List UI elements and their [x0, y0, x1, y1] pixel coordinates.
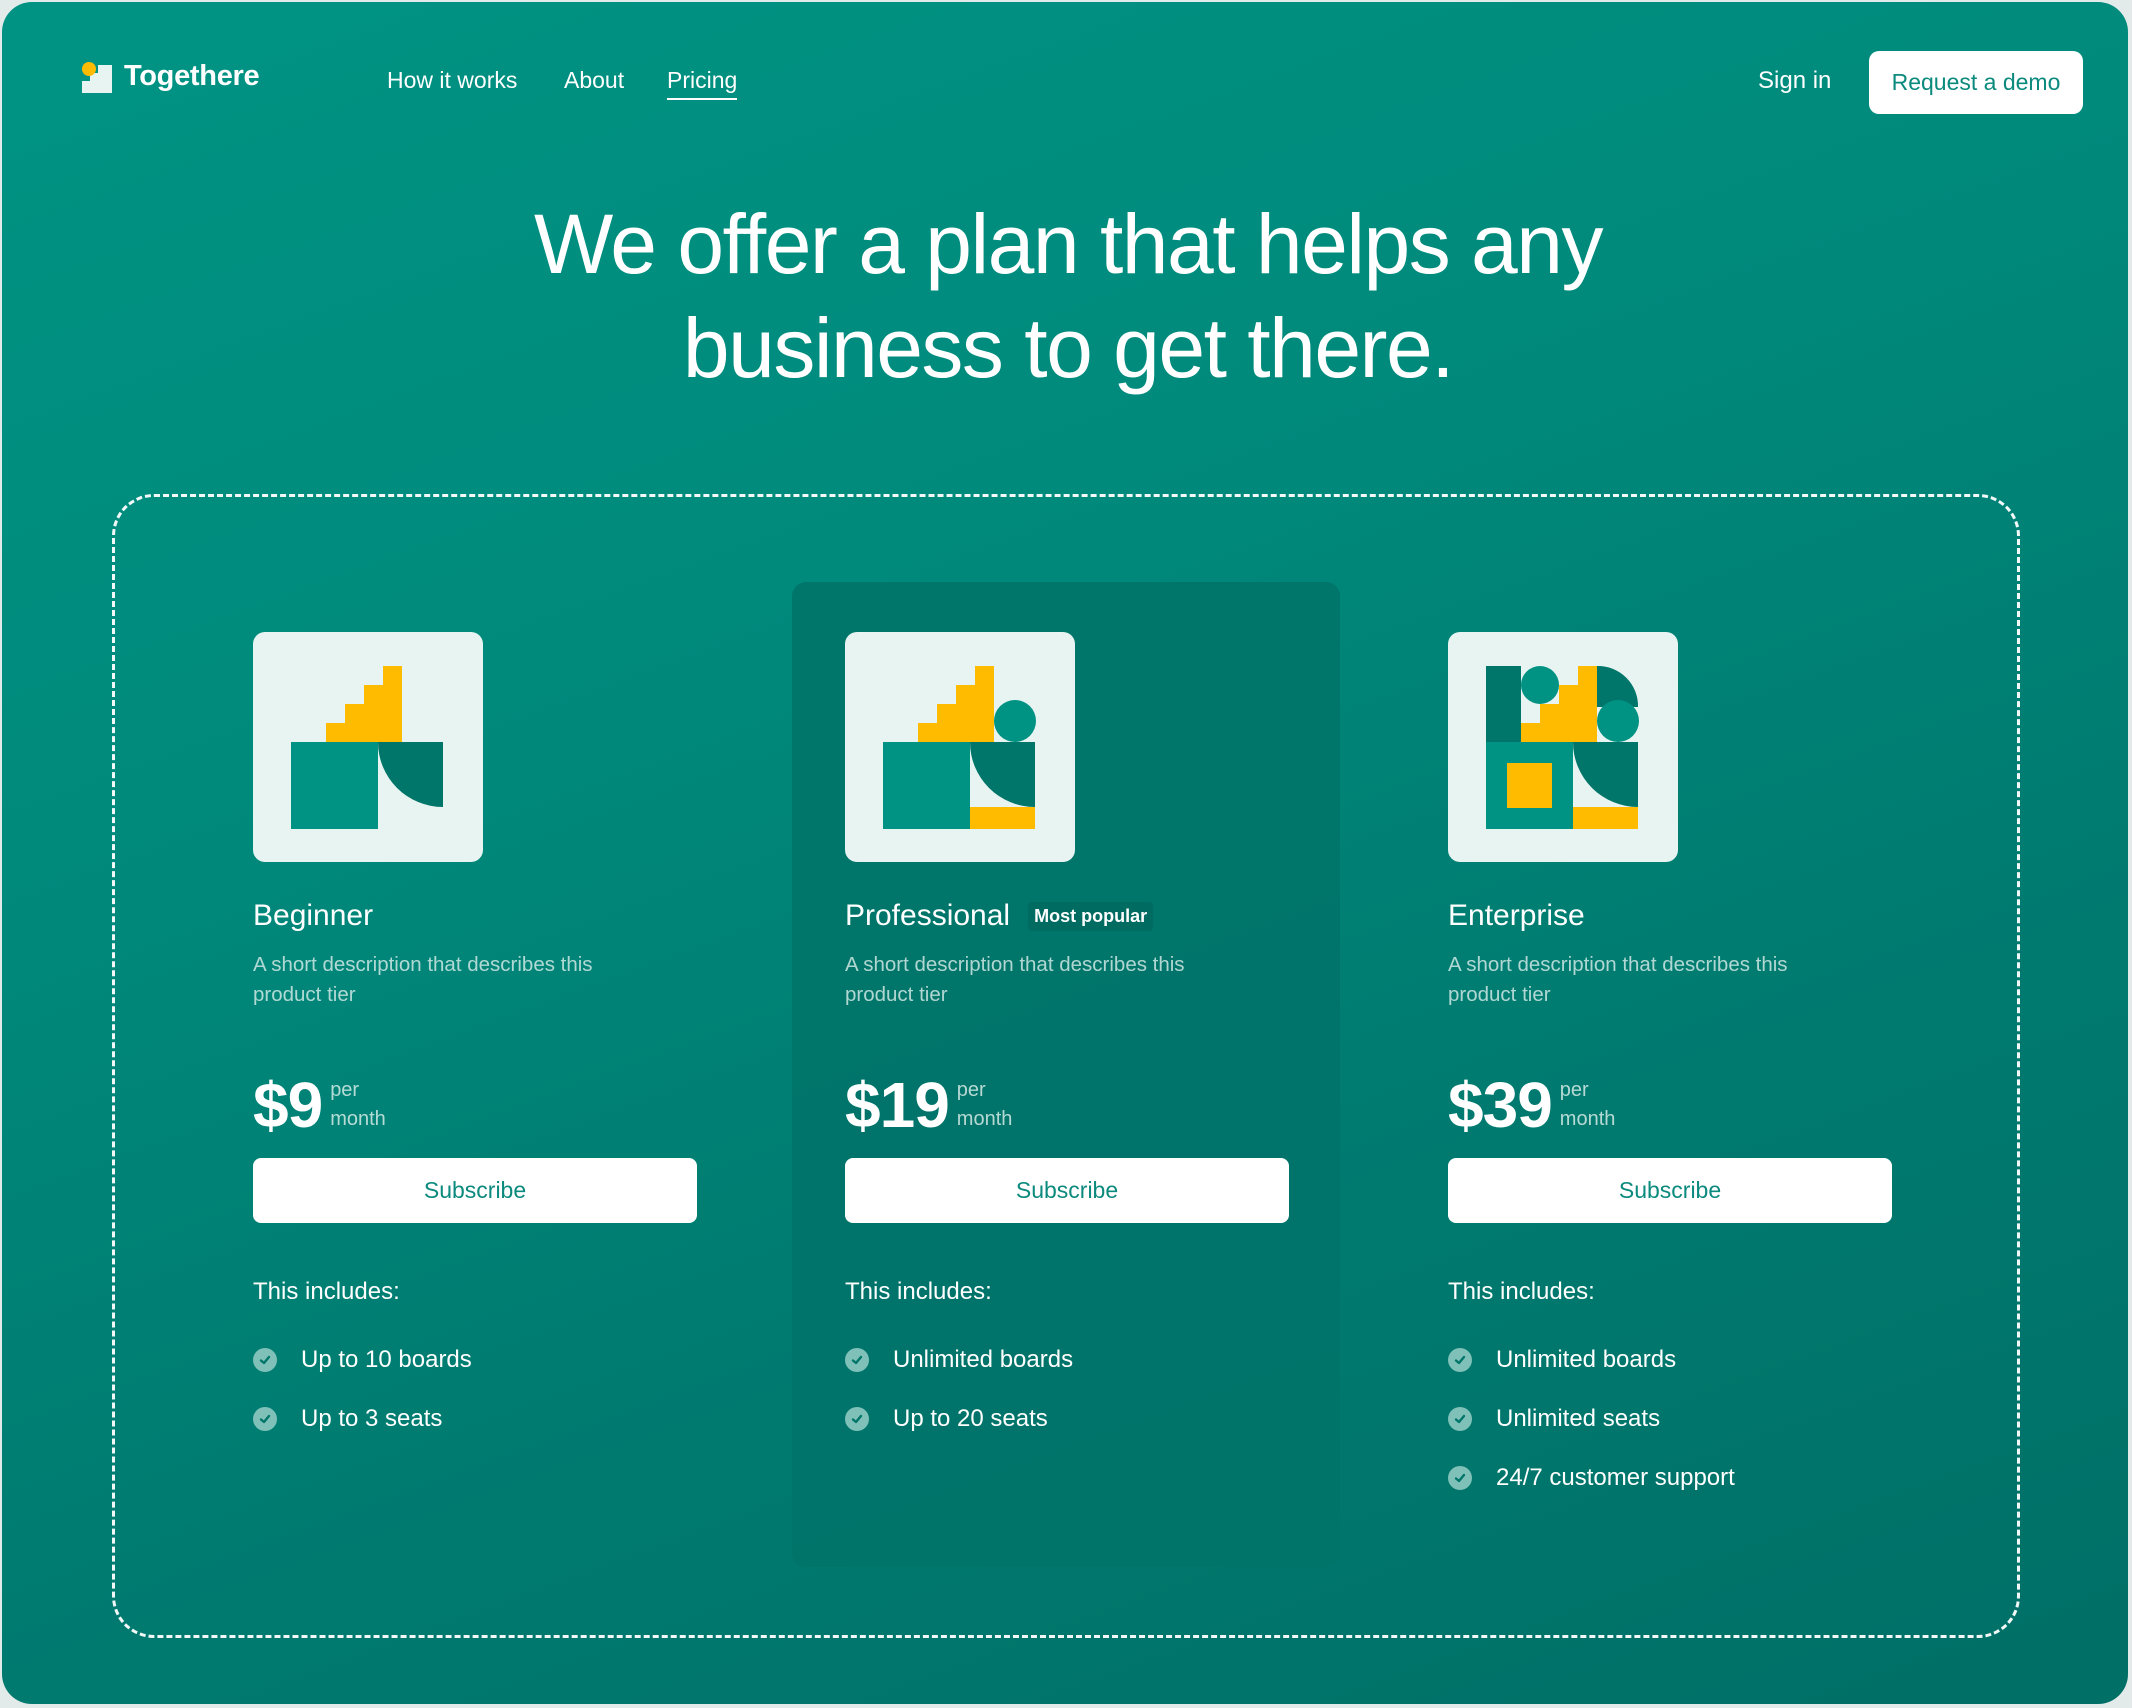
check-circle-icon	[1448, 1406, 1472, 1431]
tier-name: Beginner	[253, 899, 374, 932]
most-popular-badge: Most popular	[1028, 901, 1154, 931]
feature-text: Up to 20 seats	[893, 1404, 1048, 1432]
includes-label: This includes:	[253, 1278, 400, 1305]
feature-text: Unlimited boards	[893, 1345, 1074, 1373]
brand-logo[interactable]: Togethere	[82, 60, 260, 93]
price-period-month: month	[330, 1108, 386, 1130]
price-period-per: per	[330, 1079, 360, 1101]
nav-pricing[interactable]: Pricing	[667, 67, 738, 100]
price-period-month: month	[956, 1108, 1013, 1130]
feature-item: Up to 10 boards	[253, 1330, 713, 1389]
price: $9 per month	[253, 1072, 713, 1142]
page-panel: Togethere How it works About Pricing Sig…	[2, 2, 2128, 1704]
price-amount: $9	[253, 1069, 323, 1141]
check-circle-icon	[253, 1406, 277, 1431]
hero-heading: We offer a plan that helps any business …	[2, 192, 2128, 400]
nav-how-it-works[interactable]: How it works	[387, 67, 517, 94]
professional-illustration-icon	[845, 632, 1075, 862]
request-demo-button[interactable]: Request a demo	[1869, 51, 2083, 114]
feature-item: Up to 20 seats	[845, 1389, 1305, 1448]
feature-list: Up to 10 boards Up to 3 seats	[253, 1330, 713, 1448]
price-period-per: per	[1559, 1079, 1589, 1101]
feature-list: Unlimited boards Unlimited seats 24/7 cu…	[1448, 1330, 1908, 1507]
subscribe-button-professional[interactable]: Subscribe	[845, 1158, 1289, 1223]
price-amount: $39	[1448, 1069, 1553, 1141]
price: $39 per month	[1448, 1072, 1908, 1142]
tier-card-professional: Professional Most popular A short descri…	[845, 632, 1305, 1448]
price: $19 per month	[845, 1072, 1305, 1142]
feature-item: Unlimited boards	[1448, 1330, 1908, 1389]
feature-item: Up to 3 seats	[253, 1389, 713, 1448]
sign-in-link[interactable]: Sign in	[1758, 67, 1831, 95]
check-circle-icon	[253, 1347, 277, 1372]
feature-text: Unlimited boards	[1496, 1345, 1677, 1373]
feature-text: Unlimited seats	[1496, 1404, 1661, 1432]
price-period: per month	[330, 1076, 386, 1134]
check-circle-icon	[1448, 1465, 1472, 1490]
price-period-month: month	[1559, 1108, 1616, 1130]
feature-item: Unlimited seats	[1448, 1389, 1908, 1448]
enterprise-illustration-icon	[1448, 632, 1678, 862]
feature-text: Up to 10 boards	[301, 1345, 472, 1373]
tier-card-beginner: Beginner A short description that descri…	[253, 632, 713, 1448]
price-period-per: per	[956, 1079, 986, 1101]
feature-text: Up to 3 seats	[301, 1404, 443, 1432]
tier-description: A short description that describes this …	[845, 953, 1185, 1006]
subscribe-button-beginner[interactable]: Subscribe	[253, 1158, 697, 1223]
check-circle-icon	[845, 1406, 869, 1431]
check-circle-icon	[845, 1347, 869, 1372]
nav-about[interactable]: About	[564, 67, 624, 94]
includes-label: This includes:	[1448, 1278, 1595, 1305]
hero-line-1: We offer a plan that helps any	[534, 197, 1603, 291]
logo-stairs-icon	[82, 61, 114, 93]
subscribe-button-enterprise[interactable]: Subscribe	[1448, 1158, 1892, 1223]
includes-label: This includes:	[845, 1278, 992, 1305]
beginner-illustration-icon	[253, 632, 483, 862]
tier-description: A short description that describes this …	[253, 953, 593, 1006]
check-circle-icon	[1448, 1347, 1472, 1372]
tier-name: Enterprise	[1448, 899, 1585, 932]
tier-description: A short description that describes this …	[1448, 953, 1788, 1006]
tier-name: Professional	[845, 899, 1011, 932]
tier-card-enterprise: Enterprise A short description that desc…	[1448, 632, 1908, 1507]
hero-line-2: business to get there.	[682, 301, 1455, 395]
price-amount: $19	[845, 1069, 950, 1141]
feature-text: 24/7 customer support	[1496, 1463, 1735, 1491]
feature-list: Unlimited boards Up to 20 seats	[845, 1330, 1305, 1448]
feature-item: 24/7 customer support	[1448, 1448, 1908, 1507]
feature-item: Unlimited boards	[845, 1330, 1305, 1389]
brand-name: Togethere	[124, 60, 260, 92]
price-period: per month	[957, 1076, 1013, 1134]
price-period: per month	[1560, 1076, 1616, 1134]
